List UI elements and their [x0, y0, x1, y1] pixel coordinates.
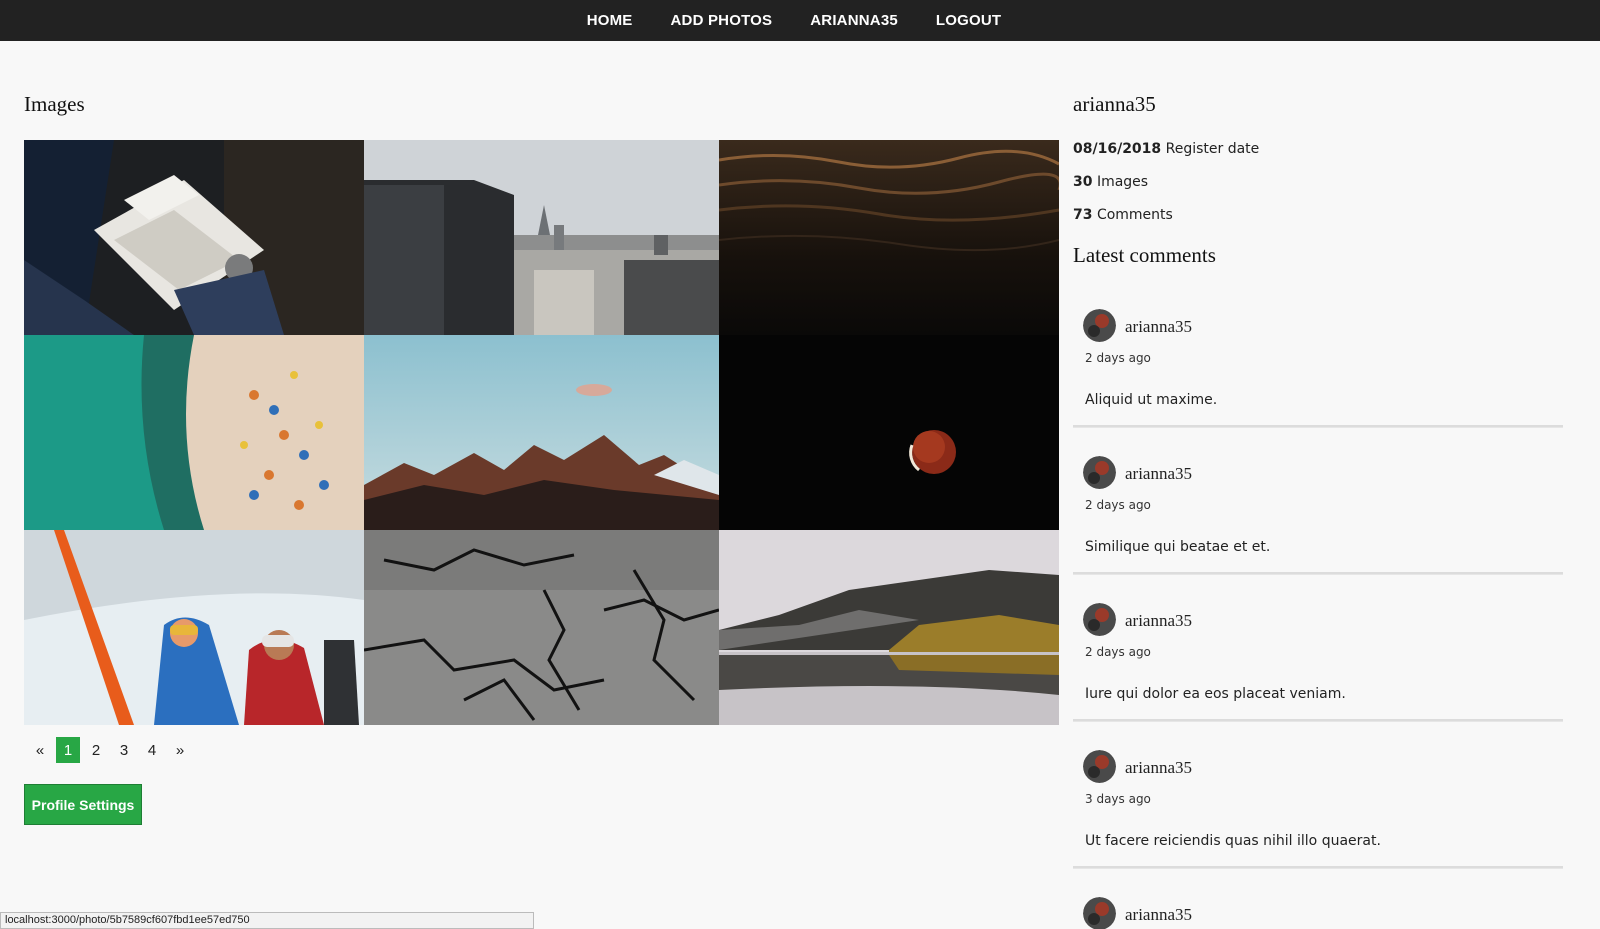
page-prev-link[interactable]: «: [28, 737, 52, 763]
browser-status-bar: localhost:3000/photo/5b7589cf607fbd1ee57…: [0, 912, 534, 929]
images-count-stat: 30 Images: [1073, 174, 1148, 190]
comment-text: Iure qui dolor ea eos placeat veniam.: [1085, 686, 1346, 702]
comments-count-value: 73: [1073, 207, 1093, 223]
beach-aerial-photo[interactable]: [24, 335, 364, 530]
avatar: [1083, 456, 1116, 489]
avatar: [1083, 750, 1116, 783]
comment-time: 2 days ago: [1085, 645, 1151, 659]
comments-count-label: Comments: [1096, 207, 1173, 223]
register-date-value: 08/16/2018: [1073, 141, 1162, 157]
images-heading: Images: [24, 92, 85, 116]
person-reading-photo[interactable]: [24, 140, 364, 335]
register-date-stat: 08/16/2018 Register date: [1073, 141, 1259, 157]
profile-settings-button[interactable]: Profile Settings: [24, 784, 142, 825]
nav-profile-link[interactable]: ARIANNA35: [810, 12, 898, 29]
page-link-4[interactable]: 4: [140, 737, 164, 763]
comment-time: 3 days ago: [1085, 792, 1151, 806]
nav-links: HOME ADD PHOTOS ARIANNA35 LOGOUT: [587, 12, 1002, 29]
comment-card[interactable]: arianna35 2 days ago Similique qui beata…: [1073, 442, 1563, 574]
avatar: [1083, 897, 1116, 929]
image-grid: [24, 140, 1059, 725]
comment-time: 2 days ago: [1085, 351, 1151, 365]
cracked-ground-photo[interactable]: [364, 530, 719, 725]
nav-add-photos-link[interactable]: ADD PHOTOS: [671, 12, 773, 29]
city-skyline-photo[interactable]: [364, 140, 719, 335]
water-surface-photo[interactable]: [719, 140, 1059, 335]
comment-card[interactable]: arianna35 2 days ago Aliquid ut maxime.: [1073, 295, 1563, 427]
comment-text: Similique qui beatae et et.: [1085, 539, 1271, 555]
images-count-label: Images: [1096, 174, 1149, 190]
lake-forest-photo[interactable]: [719, 530, 1059, 725]
comment-card[interactable]: arianna35: [1073, 883, 1563, 929]
comment-card[interactable]: arianna35 3 days ago Ut facere reiciendi…: [1073, 736, 1563, 868]
images-count-value: 30: [1073, 174, 1093, 190]
page-link-3[interactable]: 3: [112, 737, 136, 763]
page-link-1[interactable]: 1: [56, 737, 80, 763]
nav-home-link[interactable]: HOME: [587, 12, 633, 29]
avatar: [1083, 309, 1116, 342]
register-date-label: Register date: [1165, 141, 1260, 157]
comment-time: 2 days ago: [1085, 498, 1151, 512]
comment-text: Ut facere reiciendis quas nihil illo qua…: [1085, 833, 1381, 849]
page-next-link[interactable]: »: [168, 737, 192, 763]
latest-comments-heading: Latest comments: [1073, 243, 1216, 267]
pagination: « 1 2 3 4 »: [28, 737, 192, 763]
comment-author[interactable]: arianna35: [1125, 611, 1192, 631]
mountain-sky-photo[interactable]: [364, 335, 719, 530]
page-link-2[interactable]: 2: [84, 737, 108, 763]
comment-author[interactable]: arianna35: [1125, 905, 1192, 925]
comment-author[interactable]: arianna35: [1125, 758, 1192, 778]
avatar: [1083, 603, 1116, 636]
comment-card[interactable]: arianna35 2 days ago Iure qui dolor ea e…: [1073, 589, 1563, 721]
comment-text: Aliquid ut maxime.: [1085, 392, 1218, 408]
comments-count-stat: 73 Comments: [1073, 207, 1173, 223]
top-navbar: HOME ADD PHOTOS ARIANNA35 LOGOUT: [0, 0, 1600, 41]
profile-username-heading: arianna35: [1073, 92, 1156, 116]
nav-logout-link[interactable]: LOGOUT: [936, 12, 1001, 29]
comment-author[interactable]: arianna35: [1125, 317, 1192, 337]
moon-eclipse-photo[interactable]: [719, 335, 1059, 530]
skiers-snow-photo[interactable]: [24, 530, 364, 725]
comment-author[interactable]: arianna35: [1125, 464, 1192, 484]
